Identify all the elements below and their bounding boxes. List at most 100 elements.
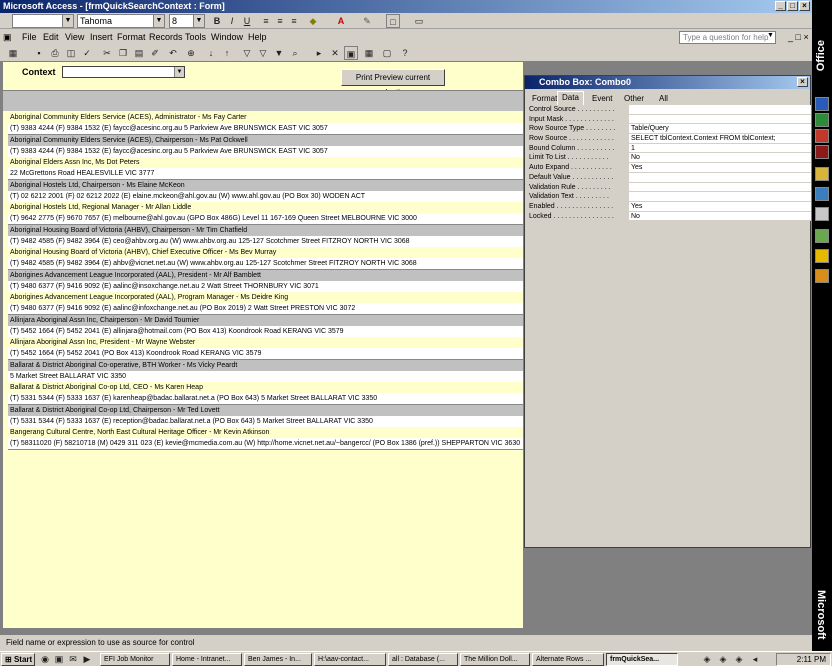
record-org-contact[interactable]: Ballarat & District Aboriginal Co-op Ltd… (8, 404, 523, 416)
start-button[interactable]: ⊞ Start (1, 653, 35, 666)
database-window-icon[interactable]: ▦ (362, 46, 376, 60)
list-item[interactable]: Aborigines Advancement League Incorporat… (8, 269, 523, 292)
taskbar-button[interactable]: all : Database (... (388, 653, 458, 666)
taskbar-button[interactable]: The Million Doll... (460, 653, 530, 666)
property-value[interactable] (629, 105, 811, 115)
record-org-contact[interactable]: Aborigines Advancement League Incorporat… (8, 269, 523, 281)
quick-launch-icon[interactable]: ◉ (38, 652, 52, 666)
font-name-combo[interactable]: Tahoma ▼ (77, 14, 165, 28)
close-icon[interactable]: × (797, 77, 808, 87)
record-details[interactable]: (T) 9480 6377 (F) 9416 9092 (E) aalinc@i… (8, 280, 523, 292)
apply-filter-icon[interactable]: ▼ (272, 46, 286, 60)
property-value[interactable] (629, 182, 811, 193)
record-org-contact[interactable]: Aboriginal Community Elders Service (ACE… (8, 134, 523, 146)
property-row[interactable]: Control Source . . . . . . . . . . (529, 105, 811, 115)
record-details[interactable]: (T) 02 6212 2001 (F) 02 6212 2022 (E) el… (8, 190, 523, 202)
taskbar-button[interactable]: H:\aav-contact... (314, 653, 386, 666)
list-item[interactable]: Bangerang Cultural Centre, North East Cu… (8, 427, 523, 450)
property-value[interactable] (629, 192, 811, 202)
font-size-combo[interactable]: 8 ▼ (169, 14, 205, 28)
tab-all[interactable]: All (655, 93, 672, 105)
delete-record-icon[interactable]: ✕ (328, 46, 342, 60)
list-item[interactable]: Aboriginal Hostels Ltd, Chairperson - Ms… (8, 179, 523, 202)
print-preview-button[interactable]: Print Preview current selection (341, 69, 445, 97)
minimize-button[interactable]: _ (775, 1, 786, 11)
record-details[interactable]: (T) 9482 4585 (F) 9482 3964 (E) ceo@ahbv… (8, 235, 523, 247)
find-icon[interactable]: ⌕ (288, 46, 302, 60)
menu-format[interactable]: Format (117, 32, 146, 42)
chevron-down-icon[interactable]: ▼ (153, 15, 164, 27)
record-details[interactable]: 5 Market Street BALLARAT VIC 3350 (8, 370, 523, 382)
record-org-contact[interactable]: Aboriginal Hostels Ltd, Chairperson - Ms… (8, 179, 523, 191)
context-combo[interactable]: ▼ (62, 66, 185, 78)
chevron-down-icon[interactable]: ▼ (174, 67, 184, 77)
bold-button[interactable]: B (210, 14, 224, 28)
line-color-icon[interactable]: ✎ (360, 14, 374, 28)
record-details[interactable]: (T) 5452 1664 (F) 5452 2041 (PO Box 413)… (8, 348, 523, 359)
explorer-icon[interactable] (815, 187, 829, 201)
tray-icon[interactable]: ◈ (732, 652, 746, 666)
shortcut-icon[interactable] (815, 269, 829, 283)
undo-icon[interactable]: ↶ (166, 46, 180, 60)
property-row[interactable]: Limit To List . . . . . . . . . . . No (529, 153, 811, 164)
tray-icon[interactable]: ◈ (700, 652, 714, 666)
property-row[interactable]: Validation Rule . . . . . . . . . (529, 182, 811, 193)
property-row[interactable]: Input Mask . . . . . . . . . . . . . (529, 114, 811, 125)
menu-records[interactable]: Records (149, 32, 183, 42)
format-painter-icon[interactable]: ✐ (148, 46, 162, 60)
record-org-contact[interactable]: Aborigines Advancement League Incorporat… (8, 292, 523, 303)
underline-button[interactable]: U (240, 14, 254, 28)
shortcut-icon[interactable] (815, 249, 829, 263)
list-item[interactable]: Aboriginal Community Elders Service (ACE… (8, 134, 523, 157)
sort-ascending-icon[interactable]: ↓ (204, 46, 218, 60)
menu-help[interactable]: Help (248, 32, 267, 42)
taskbar-button[interactable]: Home - Intranet... (172, 653, 242, 666)
tab-data[interactable]: Data (557, 91, 584, 105)
record-details[interactable]: (T) 5331 5344 (F) 5333 1637 (E) karenhea… (8, 393, 523, 404)
record-org-contact[interactable]: Allinjara Aboriginal Assn Inc, President… (8, 337, 523, 348)
property-row[interactable]: Bound Column . . . . . . . . . . 1 (529, 143, 811, 154)
list-item[interactable]: Aboriginal Community Elders Service (ACE… (8, 112, 523, 135)
list-item[interactable]: Aboriginal Housing Board of Victoria (AH… (8, 224, 523, 247)
property-row[interactable]: Default Value . . . . . . . . . . . (529, 172, 811, 183)
help-icon[interactable]: ? (398, 46, 412, 60)
list-item[interactable]: Allinjara Aboriginal Assn Inc, President… (8, 337, 523, 360)
record-details[interactable]: (T) 9383 4244 (F) 9384 1532 (E) faycc@ac… (8, 123, 523, 134)
record-details[interactable]: (T) 5452 1664 (F) 5452 2041 (E) allinjar… (8, 325, 523, 337)
list-item[interactable]: Aboriginal Elders Assn Inc, Ms Dot Peter… (8, 157, 523, 180)
taskbar-button[interactable]: Ben James - In... (244, 653, 312, 666)
record-org-contact[interactable]: Ballarat & District Aboriginal Co-op Ltd… (8, 382, 523, 393)
property-value[interactable]: No (629, 211, 811, 222)
property-value[interactable]: Yes (629, 163, 811, 173)
save-icon[interactable]: ▪ (32, 46, 46, 60)
access-app-icon[interactable]: ▣ (3, 32, 12, 43)
volume-icon[interactable]: ◂ (748, 652, 762, 666)
folder-icon[interactable] (815, 207, 829, 221)
quick-launch-icon[interactable]: ▶ (80, 652, 94, 666)
access-icon[interactable] (815, 145, 829, 159)
tab-event[interactable]: Event (588, 93, 616, 105)
record-details[interactable]: (T) 9642 2775 (F) 9670 7657 (E) melbourn… (8, 213, 523, 224)
align-right-icon[interactable]: ≡ (287, 14, 301, 28)
property-value[interactable]: 1 (629, 143, 811, 154)
list-item[interactable]: Aborigines Advancement League Incorporat… (8, 292, 523, 315)
insert-hyperlink-icon[interactable]: ⊕ (184, 46, 198, 60)
filter-by-form-icon[interactable]: ▽ (256, 46, 270, 60)
list-item[interactable]: Ballarat & District Aboriginal Co-op Ltd… (8, 404, 523, 427)
copy-icon[interactable]: ❐ (116, 46, 130, 60)
outlook-icon[interactable] (815, 167, 829, 181)
record-details[interactable]: (T) 9480 6377 (F) 9416 9092 (E) aalinc@i… (8, 303, 523, 314)
record-org-contact[interactable]: Aboriginal Elders Assn Inc, Ms Dot Peter… (8, 157, 523, 168)
border-style-icon[interactable]: □ (386, 14, 400, 28)
spelling-icon[interactable]: ✓ (80, 46, 94, 60)
new-record-icon[interactable]: ▸ (312, 46, 326, 60)
list-item[interactable]: Aboriginal Hostels Ltd, Regional Manager… (8, 202, 523, 225)
menu-insert[interactable]: Insert (90, 32, 113, 42)
record-org-contact[interactable]: Aboriginal Housing Board of Victoria (AH… (8, 224, 523, 236)
property-value[interactable]: Yes (629, 201, 811, 212)
record-org-contact[interactable]: Allinjara Aboriginal Assn Inc, Chairpers… (8, 314, 523, 326)
list-item[interactable]: Aboriginal Housing Board of Victoria (AH… (8, 247, 523, 270)
properties-icon[interactable]: ▣ (344, 46, 358, 60)
new-object-icon[interactable]: ▢ (380, 46, 394, 60)
menu-view[interactable]: View (65, 32, 84, 42)
